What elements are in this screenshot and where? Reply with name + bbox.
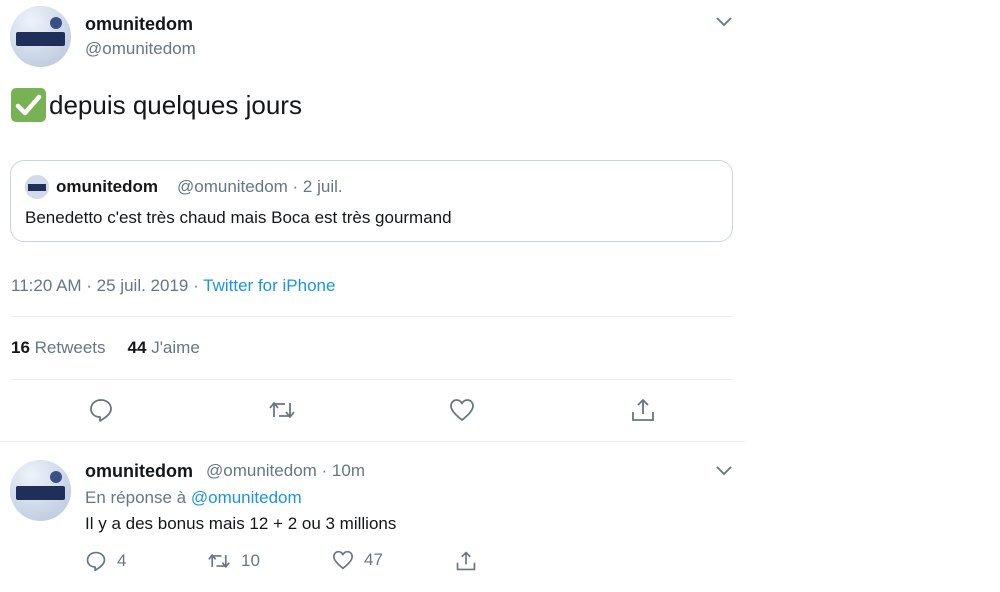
quoted-author-name: omunitedom (56, 177, 158, 196)
retweet-action[interactable]: 10 (207, 550, 260, 572)
share-icon[interactable] (455, 550, 477, 572)
like-action[interactable]: 47 (332, 550, 383, 570)
reply-icon[interactable] (87, 396, 115, 424)
share-action[interactable] (455, 550, 487, 572)
source-link[interactable]: Twitter for iPhone (203, 276, 335, 295)
author-name[interactable]: omunitedom (85, 14, 193, 35)
tweet-stats: 16 Retweets 44 J'aime (11, 338, 200, 358)
retweet-count: 10 (241, 551, 260, 570)
reply-author-name[interactable]: omunitedom (85, 461, 193, 482)
like-count: 47 (364, 550, 383, 569)
quoted-text: Benedetto c'est très chaud mais Boca est… (25, 208, 452, 227)
tweet-column: omunitedom @omunitedom depuis quelques j… (0, 0, 745, 592)
like-icon[interactable] (448, 396, 476, 424)
in-reply-to: En réponse à @omunitedom (85, 488, 302, 508)
in-reply-prefix: En réponse à (85, 488, 191, 507)
tweet-body: depuis quelques jours (49, 89, 302, 120)
timestamp-text: 11:20 AM · 25 juil. 2019 · (11, 276, 204, 295)
quoted-author-meta: @omunitedom · 2 juil. (177, 177, 343, 196)
reply-text: Il y a des bonus mais 12 + 2 ou 3 millio… (85, 514, 397, 533)
reply-author-meta[interactable]: @omunitedom · 10m (206, 461, 365, 481)
divider (0, 441, 745, 442)
reply-icon[interactable] (85, 550, 107, 572)
like-icon[interactable] (332, 550, 354, 570)
retweet-icon[interactable] (207, 550, 231, 572)
check-mark-icon (11, 88, 46, 122)
author-handle[interactable]: @omunitedom (85, 39, 196, 59)
quoted-author-avatar (25, 175, 49, 199)
share-icon[interactable] (629, 396, 657, 424)
chevron-down-icon[interactable] (716, 17, 732, 27)
retweet-icon[interactable] (268, 396, 296, 424)
tweet-text: depuis quelques jours (11, 88, 302, 122)
divider (11, 316, 733, 317)
in-reply-handle-link[interactable]: @omunitedom (191, 488, 302, 507)
likes-stat[interactable]: 44 J'aime (128, 338, 200, 357)
reply-count: 4 (117, 551, 127, 570)
retweets-stat[interactable]: 16 Retweets (11, 338, 106, 357)
divider (11, 379, 733, 380)
reply-action[interactable]: 4 (85, 550, 126, 572)
tweet-timestamp: 11:20 AM · 25 juil. 2019 · Twitter for i… (11, 276, 335, 296)
chevron-down-icon[interactable] (716, 466, 732, 476)
quoted-tweet[interactable]: omunitedom @omunitedom · 2 juil. Benedet… (10, 160, 733, 242)
author-avatar[interactable] (10, 6, 71, 67)
reply-author-avatar[interactable] (10, 460, 71, 521)
